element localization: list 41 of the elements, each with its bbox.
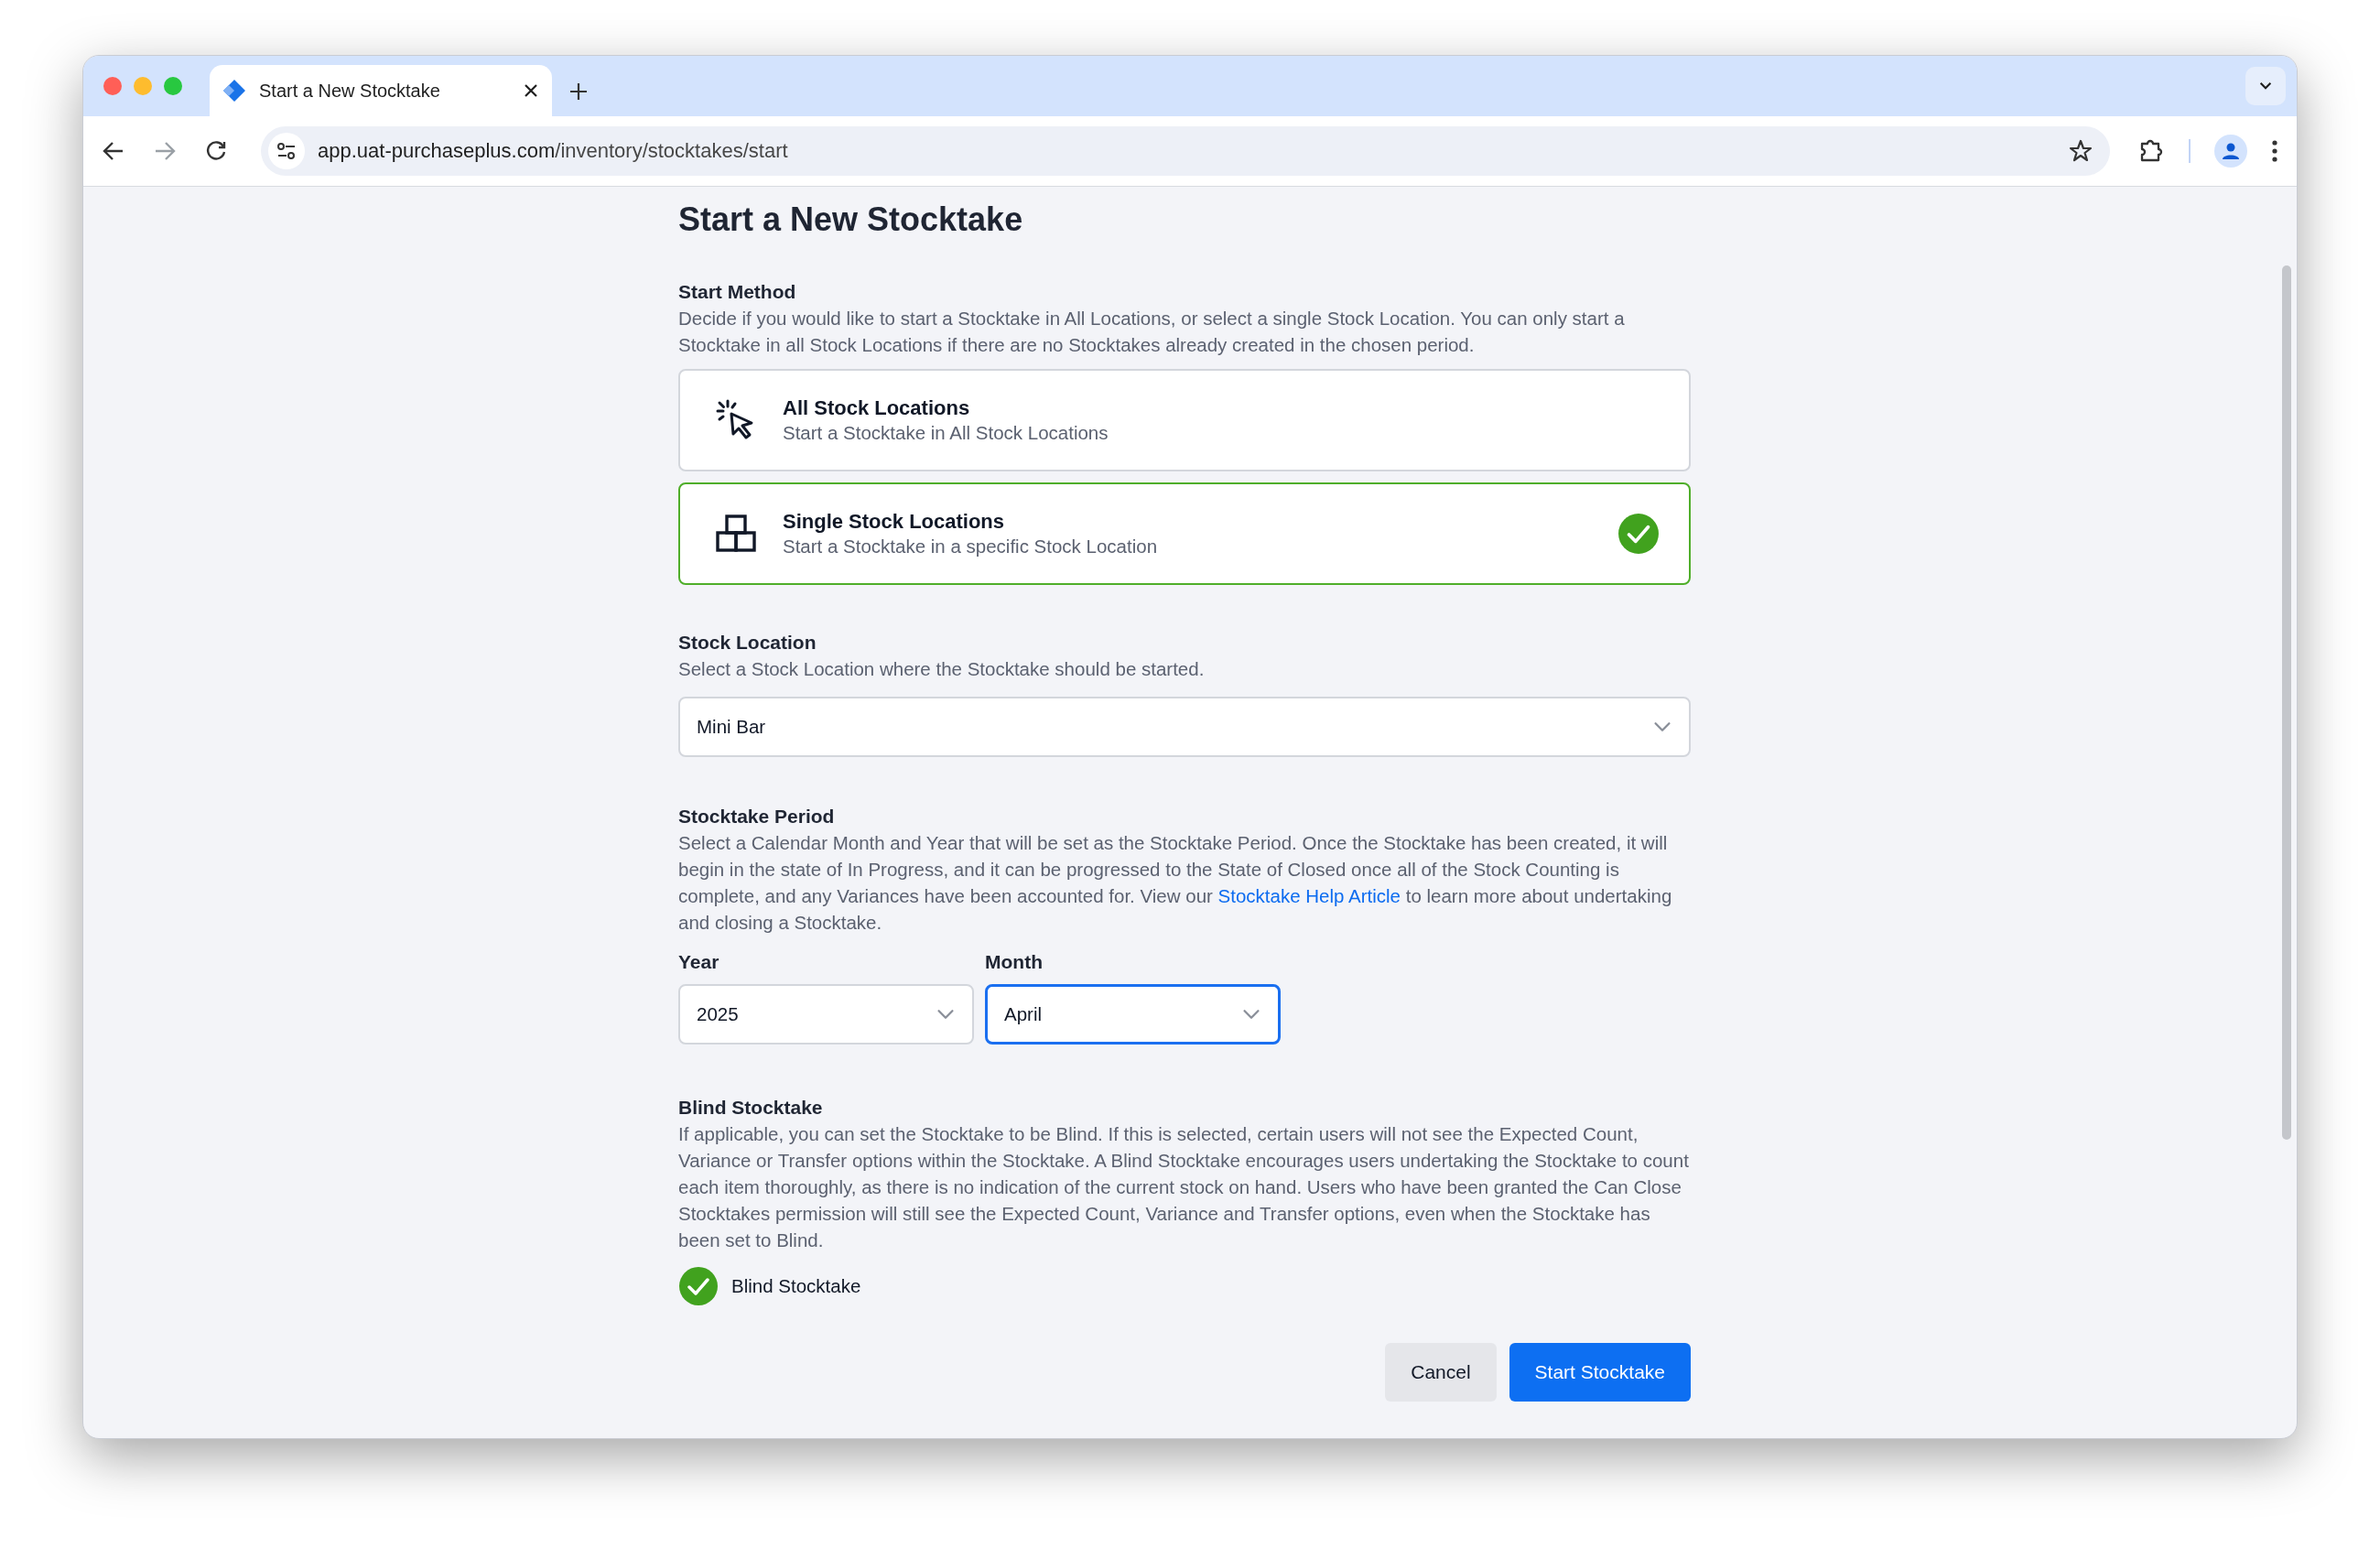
option-subtitle: Start a Stocktake in a specific Stock Location [783, 536, 1159, 557]
cancel-button[interactable]: Cancel [1385, 1343, 1497, 1402]
section-description: Select a Stock Location where the Stocktake should be started. [678, 657, 1206, 681]
section-description: Decide if you would like to start a Stocktake in All Locations, or select a single Stock Location. You can only start a Stocktake in all Stock Locations if there are no Stocktakes already created in the chosen period. [678, 307, 1626, 357]
browser-tab[interactable]: Start a New Stocktake [210, 65, 552, 116]
help-article-link[interactable]: Stocktake Help Article [1217, 885, 1401, 906]
address-bar[interactable]: app.uat-purchaseplus.com/inventory/stocktakes/start [261, 126, 2110, 176]
checkbox-label: Blind Stocktake [731, 1275, 861, 1297]
section-heading: Blind Stocktake [678, 1096, 824, 1120]
more-menu-icon[interactable] [2271, 139, 2278, 163]
tab-title: Start a New Stocktake [259, 80, 441, 102]
profile-button[interactable] [2214, 135, 2247, 168]
option-title: Single Stock Locations [783, 510, 1006, 534]
close-icon[interactable] [523, 82, 539, 99]
section-description: Select a Calendar Month and Year that will be set as the Stocktake Period. Once the Stocktake has been created, it will begin in the state of In Progress, and it can be progressed to the State of Closed once all of the Stock Counting is complete, and any Variances have been accounted for. View our Stocktake Help Article to learn more about undertaking and closing a Stocktake. [678, 831, 1673, 935]
dropdown[interactable]: April [985, 984, 1281, 1045]
new-tab-icon[interactable] [568, 81, 589, 102]
scrollbar-thumb[interactable] [2282, 265, 2291, 1140]
section-heading: Start Method [678, 280, 797, 304]
page-title: Start a New Stocktake [678, 200, 1024, 240]
field-label: Year [678, 950, 720, 974]
reload-icon[interactable] [204, 139, 228, 163]
option-title: All Stock Locations [783, 396, 971, 420]
site-settings-button[interactable] [268, 133, 305, 169]
field-label: Month [985, 950, 1044, 974]
dropdown[interactable]: 2025 [678, 984, 974, 1045]
bookmark-star-icon[interactable] [2068, 138, 2093, 164]
option-subtitle: Start a Stocktake in All Stock Locations [783, 422, 1109, 444]
url-text: app.uat-purchaseplus.com/inventory/stocktakes/start [318, 139, 789, 163]
stock-location-dropdown[interactable]: Mini Bar [678, 697, 1691, 757]
option-card[interactable]: Single Stock Locations Start a Stocktake in a specific Stock Location [678, 482, 1691, 585]
check-circle-icon [1617, 513, 1660, 555]
site-logo-icon [222, 79, 246, 103]
checkbox[interactable] [678, 1266, 719, 1306]
section-heading: Stocktake Period [678, 805, 836, 828]
sliders-icon [276, 140, 298, 162]
stacked-blocks-icon [715, 513, 757, 555]
section-heading: Stock Location [678, 631, 817, 655]
option-card[interactable]: All Stock Locations Start a Stocktake in All Stock Locations [678, 369, 1691, 471]
section-description: If applicable, you can set the Stocktake to be Blind. If this is selected, certain users will not see the Expected Count, Variance or Transfer options within the Stocktake. A Blind Stocktake encourages users undertaking the Stocktake to count each item thoroughly, as there is no indication of the current stock on hand. Users who have been granted the Can Close Stocktakes permission will still see the Expected Count, Variance and Transfer options, even when the Stocktake has been set to Blind. [678, 1122, 1690, 1252]
start-button[interactable]: Start Stocktake [1509, 1343, 1691, 1402]
